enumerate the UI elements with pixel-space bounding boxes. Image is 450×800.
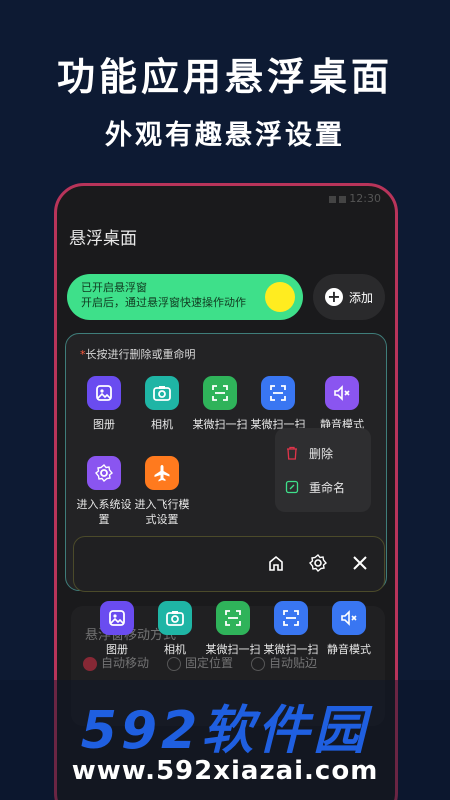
shortcut-item[interactable]: 进入系统设置 <box>74 456 134 527</box>
signal-icon <box>329 195 337 203</box>
promo-headline: 功能应用悬浮桌面 <box>56 55 393 99</box>
mute-icon <box>325 376 359 410</box>
floating-app-label: 某微扫一扫 <box>263 643 319 656</box>
toggle-knob[interactable] <box>265 282 295 312</box>
floating-app-label: 相机 <box>164 643 186 656</box>
camera-icon <box>158 601 192 635</box>
floating-app-row: 图册 相机 某微扫一扫 某微扫一扫 静音模式 <box>87 601 387 681</box>
photo-album-icon <box>87 376 121 410</box>
battery-icon <box>339 195 347 203</box>
trash-icon <box>287 446 297 460</box>
floating-app-item[interactable]: 图册 <box>87 601 147 657</box>
floating-window[interactable] <box>73 536 385 592</box>
shortcut-item[interactable]: 某微扫一扫 <box>248 376 308 432</box>
context-delete-label: 删除 <box>309 446 334 461</box>
shortcut-item[interactable]: 相机 <box>132 376 192 432</box>
shortcut-label: 图册 <box>93 418 115 431</box>
add-button[interactable]: + 添加 <box>313 274 385 320</box>
context-rename[interactable]: 重命名 <box>285 470 371 504</box>
floating-app-label: 静音模式 <box>327 643 371 656</box>
floating-app-label: 图册 <box>106 643 128 656</box>
shortcut-item[interactable]: 图册 <box>74 376 134 432</box>
home-icon[interactable] <box>266 553 286 573</box>
scan-icon <box>203 376 237 410</box>
floating-app-item[interactable]: 某微扫一扫 <box>261 601 321 657</box>
shortcut-label: 进入飞行模式设置 <box>134 498 190 526</box>
gear-icon[interactable] <box>308 553 328 573</box>
mute-icon <box>332 601 366 635</box>
page-title: 悬浮桌面 <box>69 229 137 249</box>
close-icon[interactable] <box>350 553 370 573</box>
float-window-toggle[interactable]: 已开启悬浮窗 开启后，通过悬浮窗快速操作动作 <box>67 274 303 320</box>
context-delete[interactable]: 删除 <box>285 436 371 470</box>
photo-album-icon <box>100 601 134 635</box>
shortcut-item[interactable]: 静音模式 <box>312 376 372 432</box>
shortcut-item[interactable]: 某微扫一扫 <box>190 376 250 432</box>
floating-app-item[interactable]: 相机 <box>145 601 205 657</box>
status-bar: 12:30 <box>329 192 381 205</box>
hint-text: *长按进行删除或重命明 <box>80 348 196 361</box>
edit-icon <box>285 480 299 494</box>
watermark-brand: 592软件园 <box>80 701 370 761</box>
add-button-label: 添加 <box>348 290 373 305</box>
gear-icon <box>87 456 121 490</box>
scan-icon <box>216 601 250 635</box>
promo-subline: 外观有趣悬浮设置 <box>105 120 345 151</box>
status-time: 12:30 <box>349 192 381 205</box>
shortcut-label: 进入系统设置 <box>76 498 132 526</box>
floating-app-item[interactable]: 静音模式 <box>319 601 379 657</box>
plus-icon: + <box>324 288 343 306</box>
shortcut-label: 相机 <box>151 418 173 431</box>
watermark-url: www.592xiazai.com <box>71 756 379 786</box>
scan-icon <box>274 601 308 635</box>
floating-app-label: 某微扫一扫 <box>205 643 261 656</box>
context-rename-label: 重命名 <box>309 480 346 495</box>
context-menu: 删除 重命名 <box>275 428 371 512</box>
scan-icon <box>261 376 295 410</box>
shortcut-label: 某微扫一扫 <box>192 418 248 431</box>
floating-app-item[interactable]: 某微扫一扫 <box>203 601 263 657</box>
airplane-icon <box>145 456 179 490</box>
camera-icon <box>145 376 179 410</box>
shortcut-item[interactable]: 进入飞行模式设置 <box>132 456 192 527</box>
